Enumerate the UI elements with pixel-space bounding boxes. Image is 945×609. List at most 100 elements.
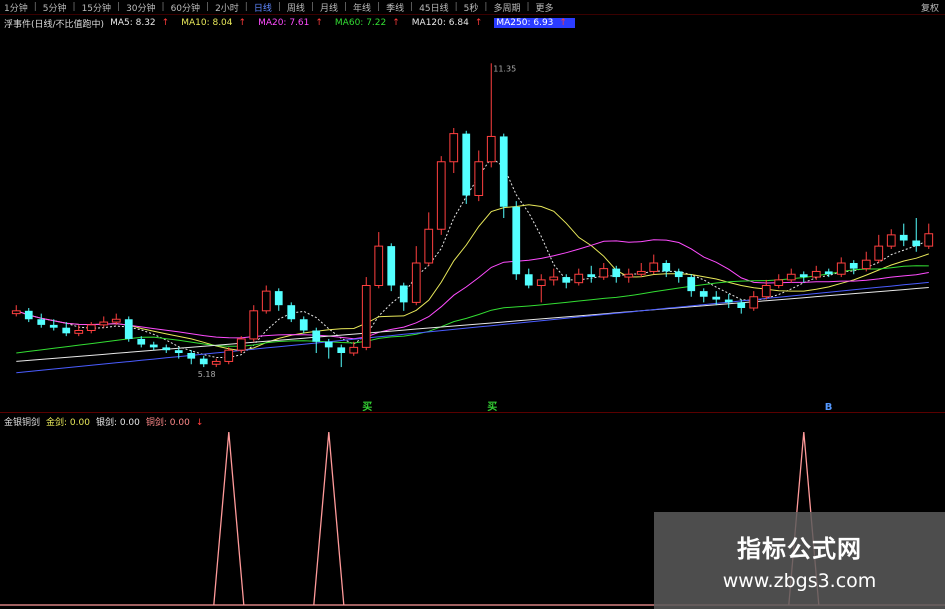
separator: | bbox=[161, 2, 165, 12]
candle-up bbox=[649, 254, 659, 275]
candle-down bbox=[337, 344, 346, 368]
candle-body bbox=[449, 133, 459, 163]
up-arrow-icon: ↑ bbox=[161, 18, 170, 28]
candle-body bbox=[349, 346, 359, 354]
ma-legend-label: MA20: 7.61 bbox=[258, 18, 310, 28]
up-arrow-icon: ↑ bbox=[392, 18, 400, 28]
candle-body bbox=[124, 319, 133, 339]
candlestick-chart[interactable]: 11.35 5.18 买 买 B bbox=[0, 30, 945, 412]
ma-legend-label: MA10: 8.04 bbox=[181, 18, 233, 28]
ma-legend-item: MA10: 8.04 ↑ bbox=[181, 18, 252, 28]
candle-body bbox=[11, 310, 21, 315]
period-item[interactable]: 周线 bbox=[283, 1, 309, 14]
separator: | bbox=[526, 2, 530, 12]
separator: | bbox=[377, 2, 381, 12]
candle-down bbox=[899, 223, 908, 247]
period-item-daily[interactable]: 日线 bbox=[250, 1, 276, 14]
candle-down bbox=[824, 268, 833, 278]
candle-up bbox=[574, 268, 584, 286]
candle-body bbox=[387, 246, 396, 286]
candle-down bbox=[299, 316, 308, 334]
candle-body bbox=[749, 296, 759, 309]
ma250-line bbox=[16, 281, 929, 374]
candle-up bbox=[474, 150, 484, 202]
candle-body bbox=[799, 274, 808, 278]
period-item[interactable]: 30分钟 bbox=[122, 1, 159, 14]
candle-body bbox=[612, 268, 621, 278]
period-item[interactable]: 季线 bbox=[382, 1, 408, 14]
candle-up bbox=[361, 277, 371, 351]
ma-legend-label: MA5: 8.32 bbox=[110, 18, 156, 28]
separator: | bbox=[454, 2, 458, 12]
candle-body bbox=[699, 291, 708, 297]
candle-up bbox=[536, 274, 546, 303]
candle-up bbox=[786, 268, 796, 283]
candle-up bbox=[874, 234, 884, 263]
period-item-more[interactable]: 更多 bbox=[532, 1, 558, 14]
candle-body bbox=[636, 270, 646, 275]
indicator-title: 金银铜剑 bbox=[4, 417, 41, 428]
candle-body bbox=[624, 273, 634, 278]
signal-marker: 买 bbox=[487, 401, 497, 412]
candle-up bbox=[236, 336, 246, 353]
high-price-label: 11.35 bbox=[493, 64, 516, 73]
candle-up bbox=[886, 229, 896, 249]
period-item[interactable]: 年线 bbox=[349, 1, 375, 14]
candle-body bbox=[37, 319, 46, 325]
candle-down bbox=[287, 302, 296, 323]
candle-down bbox=[24, 308, 33, 323]
period-item[interactable]: 45日线 bbox=[415, 1, 452, 14]
candle-body bbox=[924, 233, 934, 247]
candle-up bbox=[449, 128, 459, 173]
period-item[interactable]: 多周期 bbox=[489, 1, 524, 14]
candle-down bbox=[324, 338, 333, 359]
watermark-logo: 指标公式网 www.zbgs3.com bbox=[654, 512, 945, 609]
candle-body bbox=[899, 234, 908, 241]
candle-down bbox=[512, 201, 521, 280]
candle-body bbox=[836, 262, 846, 275]
candle-body bbox=[236, 338, 246, 351]
stock-chart-app: 1分钟 | 5分钟 | 15分钟 | 30分钟 | 60分钟 | 2小时 | 日线 | 周线 |… bbox=[0, 0, 945, 609]
candle-down bbox=[199, 355, 208, 368]
ma-legend-title: 浮事件(日线/不比值跑中) bbox=[4, 19, 105, 30]
ma-legend-item: MA20: 7.61 ↑ bbox=[258, 18, 329, 28]
candle-up bbox=[436, 156, 446, 235]
candle-down bbox=[724, 293, 733, 308]
period-item[interactable]: 15分钟 bbox=[78, 1, 115, 14]
separator: | bbox=[244, 2, 248, 12]
candle-body bbox=[649, 262, 659, 272]
candle-body bbox=[724, 299, 733, 303]
candle-body bbox=[49, 324, 58, 328]
separator: | bbox=[343, 2, 348, 12]
period-item[interactable]: 2小时 bbox=[211, 1, 243, 14]
candle-down bbox=[37, 313, 46, 328]
candle-body bbox=[761, 285, 771, 298]
adjust-button[interactable]: 复权 bbox=[921, 1, 945, 14]
candle-body bbox=[811, 270, 821, 278]
pane-divider bbox=[0, 412, 945, 413]
period-item[interactable]: 1分钟 bbox=[0, 1, 32, 14]
candle-up bbox=[261, 285, 271, 314]
candle-body bbox=[687, 277, 696, 292]
candle-down bbox=[62, 322, 71, 337]
candle-up bbox=[86, 322, 96, 334]
candle-body bbox=[486, 135, 496, 163]
period-item[interactable]: 5分钟 bbox=[39, 1, 71, 14]
period-item[interactable]: 月线 bbox=[316, 1, 342, 14]
candle-up bbox=[636, 263, 646, 278]
separator: | bbox=[277, 2, 281, 12]
candle-body bbox=[261, 290, 271, 312]
period-toolbar: 1分钟 | 5分钟 | 15分钟 | 30分钟 | 60分钟 | 2小时 | 日线 | 周线 |… bbox=[0, 0, 945, 15]
candle-down bbox=[799, 271, 808, 283]
separator: | bbox=[72, 2, 76, 12]
candle-up bbox=[749, 291, 759, 311]
candle-body bbox=[737, 302, 746, 308]
up-arrow-icon: ↑ bbox=[238, 18, 247, 28]
candle-body bbox=[111, 318, 121, 323]
candle-up bbox=[411, 246, 421, 306]
ma-legend-item: MA5: 8.32 ↑ bbox=[110, 18, 175, 28]
candle-body bbox=[137, 338, 146, 345]
period-item[interactable]: 60分钟 bbox=[167, 1, 204, 14]
candle-body bbox=[436, 161, 446, 230]
period-item[interactable]: 5秒 bbox=[460, 1, 483, 14]
